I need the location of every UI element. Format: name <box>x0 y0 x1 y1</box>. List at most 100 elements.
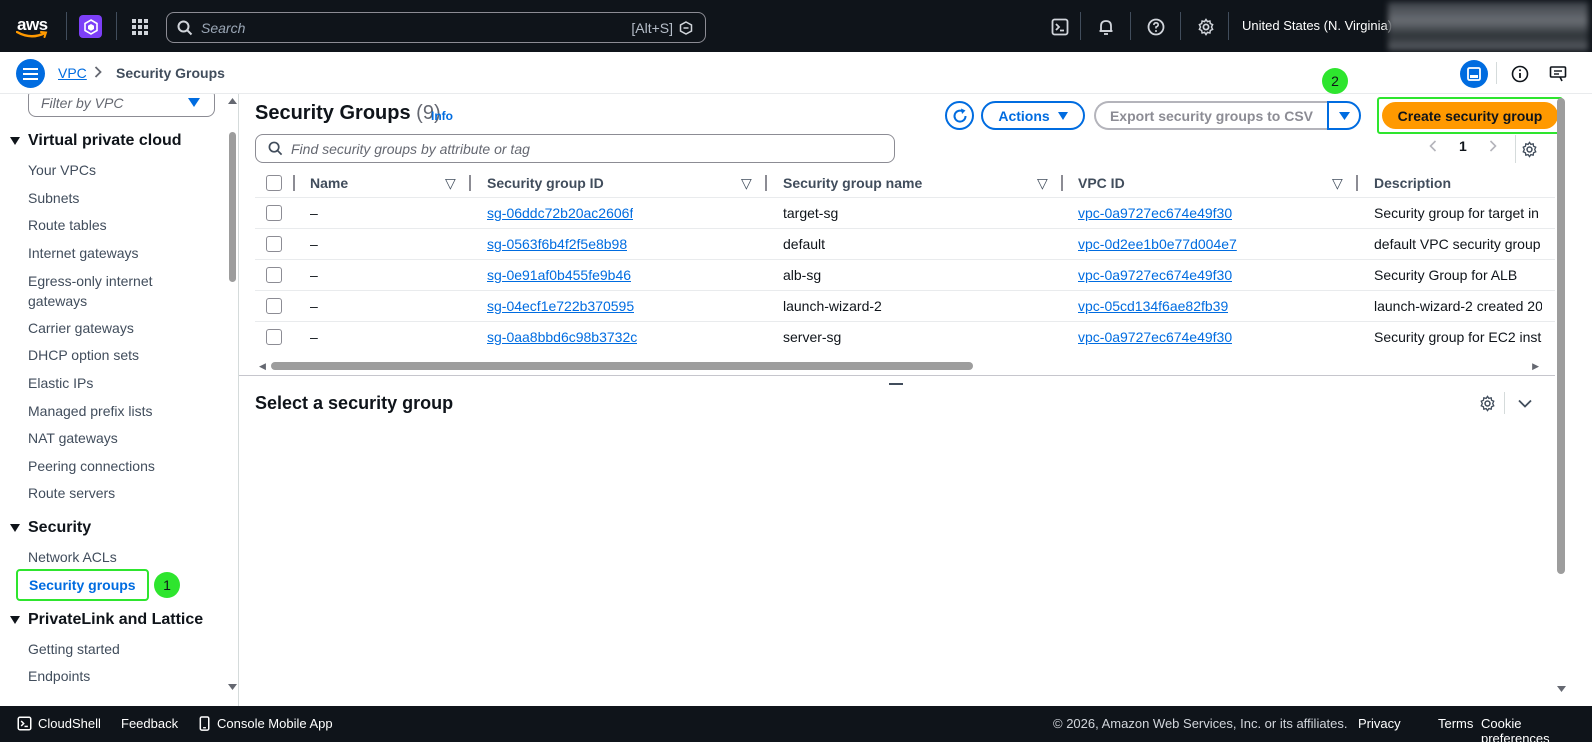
table-row[interactable]: – sg-06ddc72b20ac2606f target-sg vpc-0a9… <box>255 198 1555 229</box>
help-icon[interactable] <box>1146 17 1166 37</box>
sidebar-item-dhcp-option-sets[interactable]: DHCP option sets <box>28 345 139 365</box>
column-header-description[interactable]: Description <box>1374 168 1451 198</box>
next-page-icon[interactable] <box>1489 140 1497 152</box>
find-security-groups-input[interactable]: Find security groups by attribute or tag <box>255 134 895 163</box>
table-row[interactable]: – sg-0563f6b4f2f5e8b98 default vpc-0d2ee… <box>255 229 1555 260</box>
account-menu[interactable] <box>1388 2 1588 50</box>
feedback-link[interactable]: Feedback <box>121 716 178 731</box>
vpc-service-icon[interactable] <box>79 15 102 38</box>
filter-by-vpc-placeholder: Filter by VPC <box>41 94 124 111</box>
sidebar-item-carrier-gateways[interactable]: Carrier gateways <box>28 318 134 338</box>
sort-icon[interactable]: ▽ <box>1037 168 1048 198</box>
sidebar-item-route-servers[interactable]: Route servers <box>28 483 115 503</box>
sidebar-item-nat-gateways[interactable]: NAT gateways <box>28 428 118 448</box>
cell-vpc-id[interactable]: vpc-0a9727ec674e49f30 <box>1078 198 1232 228</box>
cell-security-group-id[interactable]: sg-06ddc72b20ac2606f <box>487 198 633 228</box>
split-panel-preferences-button[interactable] <box>1476 392 1498 414</box>
notifications-bell-icon[interactable] <box>1096 17 1116 37</box>
main-vertical-scrollbar[interactable] <box>1555 94 1567 706</box>
screen-feedback-icon <box>1549 66 1567 82</box>
row-checkbox[interactable] <box>266 229 282 259</box>
cell-security-group-id[interactable]: sg-0aa8bbd6c98b3732c <box>487 322 637 352</box>
cell-vpc-id[interactable]: vpc-05cd134f6ae82fb39 <box>1078 291 1228 321</box>
split-panel-collapse-button[interactable] <box>1514 392 1536 414</box>
aws-logo[interactable]: aws <box>14 12 54 42</box>
global-search-input[interactable]: Search [Alt+S] <box>166 12 706 43</box>
feedback-panel-button[interactable] <box>1544 60 1572 88</box>
export-dropdown-button[interactable] <box>1327 101 1361 130</box>
sort-icon[interactable]: ▽ <box>445 168 456 198</box>
sidebar-scrollbar-thumb[interactable] <box>229 132 236 282</box>
column-header-name[interactable]: Name <box>310 168 348 198</box>
sidebar-item-network-acls[interactable]: Network ACLs <box>28 547 117 567</box>
split-panel-toggle-button[interactable] <box>1460 60 1488 88</box>
sidebar-item-getting-started[interactable]: Getting started <box>28 639 120 659</box>
column-divider <box>469 175 471 191</box>
row-checkbox[interactable] <box>266 291 282 321</box>
main-scrollbar-thumb[interactable] <box>1557 98 1565 574</box>
scroll-left-arrow-icon[interactable]: ◀ <box>259 361 266 372</box>
export-csv-button[interactable]: Export security groups to CSV <box>1094 101 1327 130</box>
console-mobile-app-link[interactable]: Console Mobile App <box>199 716 333 731</box>
caret-down-icon <box>1057 111 1068 120</box>
table-preferences-button[interactable] <box>1515 135 1543 163</box>
row-checkbox[interactable] <box>266 322 282 352</box>
section-security[interactable]: Security <box>10 519 91 537</box>
privacy-link[interactable]: Privacy <box>1358 716 1401 731</box>
row-checkbox[interactable] <box>266 260 282 290</box>
terms-link[interactable]: Terms <box>1438 716 1473 731</box>
sidebar-item-managed-prefix-lists[interactable]: Managed prefix lists <box>28 401 153 421</box>
side-nav-toggle-button[interactable] <box>16 59 45 88</box>
cell-security-group-id[interactable]: sg-0563f6b4f2f5e8b98 <box>487 229 627 259</box>
breadcrumb-vpc-link[interactable]: VPC <box>58 65 87 81</box>
cell-security-group-id[interactable]: sg-04ecf1e722b370595 <box>487 291 634 321</box>
cloudshell-footer-button[interactable]: CloudShell <box>17 716 101 731</box>
sidebar-item-elastic-ips[interactable]: Elastic IPs <box>28 373 93 393</box>
column-header-vpc-id[interactable]: VPC ID <box>1078 168 1125 198</box>
sort-icon[interactable]: ▽ <box>1332 168 1343 198</box>
sidebar-item-internet-gateways[interactable]: Internet gateways <box>28 243 139 263</box>
cell-vpc-id[interactable]: vpc-0a9727ec674e49f30 <box>1078 322 1232 352</box>
sidebar-item-route-tables[interactable]: Route tables <box>28 215 107 235</box>
create-security-group-button[interactable]: Create security group <box>1382 102 1558 129</box>
table-horizontal-scrollbar[interactable]: ◀ ▶ <box>259 360 1539 372</box>
info-link[interactable]: Info <box>431 109 453 123</box>
table-row[interactable]: – sg-0e91af0b455fe9b46 alb-sg vpc-0a9727… <box>255 260 1555 291</box>
split-panel-resize-handle[interactable] <box>889 383 903 385</box>
sidebar-item-subnets[interactable]: Subnets <box>28 188 79 208</box>
section-virtual-private-cloud[interactable]: Virtual private cloud <box>10 132 182 150</box>
actions-button[interactable]: Actions <box>981 101 1085 130</box>
current-page-number[interactable]: 1 <box>1459 138 1467 154</box>
table-row[interactable]: – sg-04ecf1e722b370595 launch-wizard-2 v… <box>255 291 1555 322</box>
cloudshell-icon[interactable] <box>1050 17 1070 37</box>
sort-icon[interactable]: ▽ <box>741 168 752 198</box>
cell-vpc-id[interactable]: vpc-0a9727ec674e49f30 <box>1078 260 1232 290</box>
column-header-security-group-id[interactable]: Security group ID <box>487 168 604 198</box>
cell-security-group-id[interactable]: sg-0e91af0b455fe9b46 <box>487 260 631 290</box>
row-checkbox[interactable] <box>266 198 282 228</box>
services-grid-icon[interactable] <box>132 19 148 35</box>
filter-by-vpc-select[interactable]: Filter by VPC <box>28 94 215 117</box>
sidebar-item-endpoints[interactable]: Endpoints <box>28 666 90 686</box>
sidebar-item-peering-connections[interactable]: Peering connections <box>28 456 155 476</box>
search-shortcut: [Alt+S] <box>631 19 673 36</box>
previous-page-icon[interactable] <box>1429 140 1437 152</box>
search-icon <box>177 20 193 35</box>
sidebar-item-security-groups[interactable]: Security groups <box>16 569 149 601</box>
table-row[interactable]: – sg-0aa8bbd6c98b3732c server-sg vpc-0a9… <box>255 322 1555 353</box>
region-selector[interactable]: United States (N. Virginia) <box>1242 18 1409 33</box>
info-panel-button[interactable] <box>1506 60 1534 88</box>
sidebar-item-egress-only-internet-gateways[interactable]: Egress-only internet gateways <box>28 271 188 311</box>
settings-gear-icon[interactable] <box>1196 17 1216 37</box>
sidebar-item-your-vpcs[interactable]: Your VPCs <box>28 160 96 180</box>
refresh-button[interactable] <box>945 101 974 130</box>
scroll-right-arrow-icon[interactable]: ▶ <box>1532 361 1539 372</box>
section-privatelink-and-lattice[interactable]: PrivateLink and Lattice <box>10 611 203 629</box>
section-label: PrivateLink and Lattice <box>28 611 204 628</box>
select-all-checkbox[interactable] <box>266 168 282 198</box>
horizontal-scrollbar-thumb[interactable] <box>271 362 973 370</box>
region-label: United States (N. Virginia) <box>1242 18 1393 33</box>
sidebar-scrollbar[interactable] <box>228 94 237 706</box>
column-header-security-group-name[interactable]: Security group name <box>783 168 922 198</box>
cell-vpc-id[interactable]: vpc-0d2ee1b0e77d004e7 <box>1078 229 1237 259</box>
